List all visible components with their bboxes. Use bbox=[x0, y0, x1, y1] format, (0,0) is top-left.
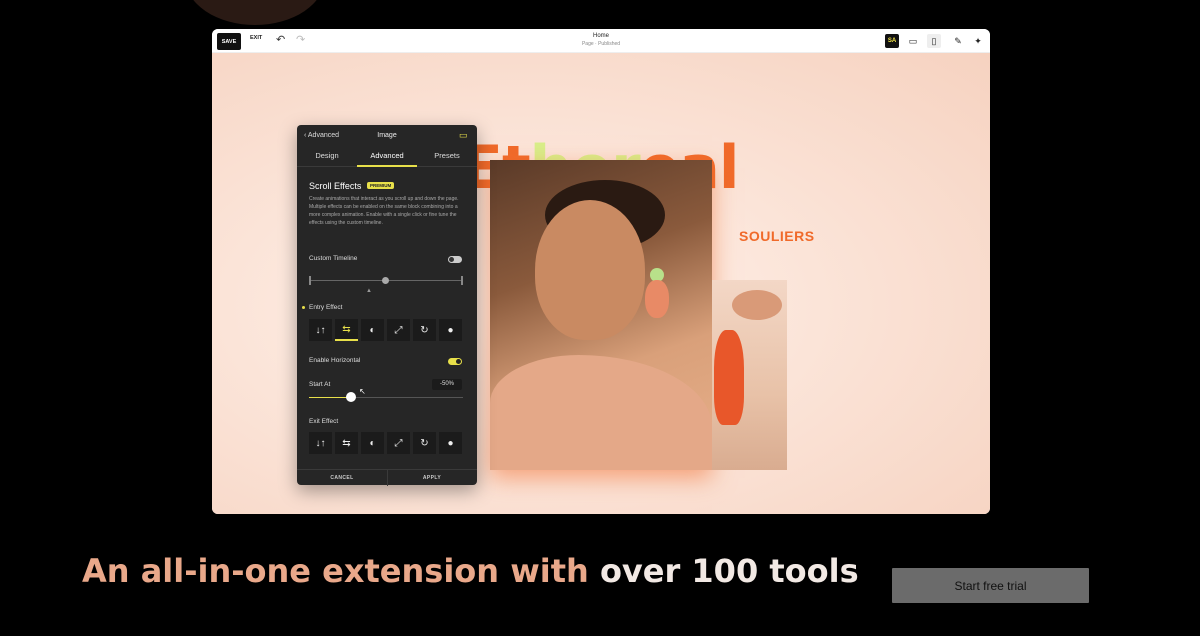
panel-title: Image bbox=[377, 132, 397, 139]
blur-icon[interactable]: ● bbox=[439, 319, 462, 341]
fade-icon[interactable]: ◐ bbox=[361, 319, 384, 341]
exit-horizontal-move-icon[interactable]: ⇆ bbox=[335, 432, 358, 454]
desktop-icon[interactable]: ▭ bbox=[906, 34, 920, 48]
start-at-label: Start At bbox=[309, 381, 331, 388]
photo-arm-shape bbox=[732, 290, 782, 320]
landing-stage: SAVE EXIT ↶ ↷ Home Page · Published SA ▭… bbox=[0, 0, 1200, 636]
panel-header: ‹ Advanced Image ▭ bbox=[297, 125, 477, 147]
exit-effect-options: ↓↑ ⇆ ◐ ⤢ ↻ ● bbox=[309, 432, 463, 454]
scale-icon[interactable]: ⤢ bbox=[387, 319, 410, 341]
editor-window: SAVE EXIT ↶ ↷ Home Page · Published SA ▭… bbox=[212, 29, 990, 514]
back-button[interactable]: ‹ Advanced bbox=[304, 132, 339, 139]
decorative-blob bbox=[185, 0, 325, 25]
enable-horizontal-toggle[interactable] bbox=[448, 358, 462, 365]
exit-vertical-move-icon[interactable]: ↓↑ bbox=[309, 432, 332, 454]
hero-image[interactable] bbox=[490, 160, 712, 470]
mouse-cursor-icon: ↖ bbox=[359, 387, 366, 396]
redo-icon[interactable]: ↷ bbox=[296, 33, 305, 46]
timeline-handle[interactable] bbox=[382, 277, 389, 284]
save-button[interactable]: SAVE bbox=[217, 33, 241, 50]
page-title: Home bbox=[592, 33, 609, 39]
exit-button[interactable]: EXIT bbox=[250, 35, 262, 41]
brush-icon[interactable]: ✎ bbox=[951, 34, 965, 48]
undo-icon[interactable]: ↶ bbox=[276, 33, 285, 46]
photo-sweater-shape bbox=[490, 355, 712, 470]
timeline-slider[interactable] bbox=[309, 276, 463, 286]
marketing-headline: An all-in-one extension with over 100 to… bbox=[82, 552, 859, 590]
photo-earring bbox=[645, 280, 669, 318]
exit-scale-icon[interactable]: ⤢ bbox=[387, 432, 410, 454]
section-description: Create animations that interact as you s… bbox=[309, 196, 459, 226]
start-free-trial-button[interactable]: Start free trial bbox=[892, 568, 1089, 603]
timeline-marker-icon: ▲ bbox=[366, 288, 372, 294]
vertical-move-icon[interactable]: ↓↑ bbox=[309, 319, 332, 341]
mobile-icon[interactable]: ▯ bbox=[927, 34, 941, 48]
page-status: Page · Published bbox=[581, 41, 621, 47]
start-at-handle[interactable] bbox=[346, 392, 356, 402]
active-indicator bbox=[302, 306, 305, 309]
apply-button[interactable]: APPLY bbox=[387, 475, 477, 481]
entry-effect-label: Entry Effect bbox=[309, 304, 343, 311]
custom-timeline-label: Custom Timeline bbox=[309, 255, 358, 262]
monitor-icon[interactable]: ▭ bbox=[459, 130, 468, 141]
photo-shoe-shape bbox=[714, 330, 744, 425]
magic-wand-icon[interactable]: ✦ bbox=[971, 34, 985, 48]
panel-tabs: Design Advanced Presets bbox=[297, 147, 477, 167]
horizontal-move-icon[interactable]: ⇆ bbox=[335, 319, 358, 341]
image-settings-panel: ‹ Advanced Image ▭ Design Advanced Prese… bbox=[297, 125, 477, 486]
premium-badge: PREMIUM bbox=[367, 182, 395, 189]
entry-effect-options: ↓↑ ⇆ ◐ ⤢ ↻ ● bbox=[309, 319, 463, 341]
extension-icon[interactable]: SA bbox=[885, 34, 899, 48]
tab-advanced[interactable]: Advanced bbox=[357, 151, 417, 160]
secondary-image[interactable] bbox=[712, 280, 787, 470]
start-at-value[interactable]: -50% bbox=[432, 379, 462, 390]
tab-design[interactable]: Design bbox=[297, 151, 357, 160]
exit-rotate-icon[interactable]: ↻ bbox=[413, 432, 436, 454]
active-tab-indicator bbox=[357, 165, 417, 167]
exit-fade-icon[interactable]: ◐ bbox=[361, 432, 384, 454]
exit-effect-label: Exit Effect bbox=[309, 418, 339, 425]
editor-toolbar: SAVE EXIT ↶ ↷ Home Page · Published SA ▭… bbox=[212, 29, 990, 53]
page-canvas: Ethereal SOULIERS ‹ Advanced Image ▭ bbox=[212, 53, 990, 514]
enable-horizontal-label: Enable Horizontal bbox=[309, 357, 361, 364]
photo-face-shape bbox=[535, 200, 645, 340]
cancel-button[interactable]: CANCEL bbox=[297, 475, 387, 481]
rotate-icon[interactable]: ↻ bbox=[413, 319, 436, 341]
exit-blur-icon[interactable]: ● bbox=[439, 432, 462, 454]
tab-presets[interactable]: Presets bbox=[417, 151, 477, 160]
start-at-slider[interactable] bbox=[309, 392, 463, 402]
section-title: Scroll Effects bbox=[309, 181, 362, 191]
custom-timeline-toggle[interactable] bbox=[448, 256, 462, 263]
hero-subtitle: SOULIERS bbox=[739, 228, 815, 244]
panel-footer: CANCEL APPLY bbox=[297, 469, 477, 486]
